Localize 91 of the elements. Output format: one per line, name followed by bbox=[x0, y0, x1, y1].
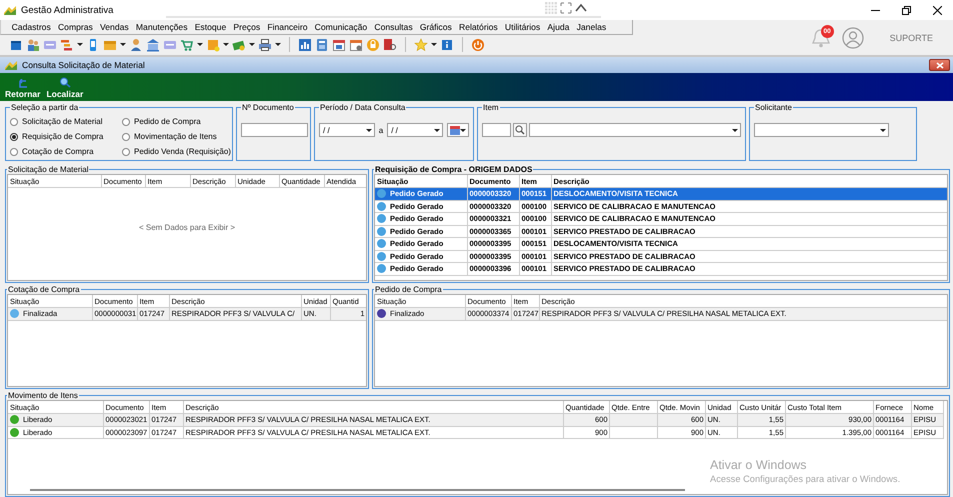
caret-icon[interactable] bbox=[732, 128, 738, 132]
group-title: Solicitante bbox=[754, 103, 793, 112]
caret-icon[interactable] bbox=[434, 128, 440, 132]
menu-item[interactable]: Relatórios bbox=[455, 22, 502, 32]
date-field[interactable]: / / bbox=[387, 123, 443, 137]
scroll-bar[interactable] bbox=[30, 489, 685, 491]
star-icon[interactable] bbox=[414, 38, 428, 52]
close-button[interactable] bbox=[929, 59, 950, 71]
caret-icon[interactable] bbox=[223, 42, 229, 47]
caret-icon[interactable] bbox=[431, 42, 437, 47]
info-icon[interactable] bbox=[440, 38, 454, 52]
caret-icon[interactable] bbox=[77, 42, 83, 47]
activation-message: Acesse Configurações para ativar o Windows. bbox=[710, 474, 900, 484]
menu-item[interactable]: Compras bbox=[54, 22, 96, 32]
search-icon bbox=[58, 77, 71, 88]
menu-item[interactable]: Vendas bbox=[96, 22, 132, 32]
radio-option[interactable]: Cotação de Compra bbox=[10, 144, 122, 159]
return-button[interactable]: Retornar bbox=[5, 79, 40, 99]
expand-icon[interactable] bbox=[560, 2, 572, 14]
list-icon[interactable] bbox=[60, 38, 74, 52]
app-logo-icon bbox=[3, 4, 17, 16]
caret-icon[interactable] bbox=[197, 42, 203, 47]
child-window-title: Consulta Solicitação de Material bbox=[22, 60, 146, 70]
power-icon[interactable] bbox=[471, 38, 485, 52]
radio-indicator[interactable] bbox=[10, 148, 18, 156]
menu-item[interactable]: Gráficos bbox=[416, 22, 456, 32]
caret-up-icon[interactable] bbox=[575, 2, 587, 14]
menu-item[interactable]: Manutenções bbox=[132, 22, 192, 32]
calendar-icon[interactable] bbox=[332, 38, 346, 52]
menu-item[interactable]: Consultas bbox=[370, 22, 416, 32]
radio-option[interactable]: Movimentação de Itens bbox=[122, 129, 232, 144]
group-title: Período / Data Consulta bbox=[319, 103, 406, 112]
range-separator: a bbox=[378, 126, 384, 134]
menu-item[interactable]: Janelas bbox=[573, 22, 610, 32]
report-icon[interactable] bbox=[383, 38, 397, 52]
group-title: Seleção a partir da bbox=[10, 103, 80, 112]
user-icon[interactable] bbox=[129, 38, 143, 52]
menu-item[interactable]: Ajuda bbox=[544, 22, 573, 32]
window-logo-icon bbox=[4, 59, 18, 71]
panel-title: Movimento de Itens bbox=[7, 391, 79, 400]
radio-option[interactable]: Solicitação de Material bbox=[10, 114, 122, 129]
menu-item[interactable]: Preços bbox=[230, 22, 264, 32]
search-button[interactable] bbox=[513, 123, 527, 137]
caret-icon[interactable] bbox=[460, 128, 466, 132]
chart-icon[interactable] bbox=[298, 38, 312, 52]
group-title: Nº Documento bbox=[241, 103, 295, 112]
bank-icon[interactable] bbox=[146, 38, 160, 52]
menu-item[interactable]: Estoque bbox=[191, 22, 230, 32]
document-field[interactable] bbox=[241, 123, 308, 137]
radio-indicator[interactable] bbox=[10, 132, 18, 140]
calculator-icon[interactable] bbox=[315, 38, 329, 52]
calendar-button[interactable] bbox=[446, 123, 469, 137]
menu-item[interactable]: Utilitários bbox=[501, 22, 544, 32]
search-icon bbox=[515, 125, 525, 135]
empty-message: < Sem Dados para Exibir > bbox=[138, 222, 236, 232]
search-button[interactable]: Localizar bbox=[46, 77, 84, 99]
printer-icon[interactable] bbox=[258, 38, 272, 52]
user-avatar-icon[interactable] bbox=[842, 26, 864, 48]
caret-icon[interactable] bbox=[880, 128, 886, 132]
radio-option[interactable]: Requisição de Compra bbox=[10, 129, 122, 144]
window-title: Gestão Administrativa bbox=[21, 4, 114, 16]
activation-title: Ativar o Windows bbox=[710, 458, 808, 472]
calendar-icon[interactable] bbox=[349, 38, 363, 52]
restore-icon bbox=[902, 6, 911, 14]
radio-option[interactable]: Pedido Venda (Requisição) bbox=[122, 144, 232, 159]
close-icon bbox=[936, 62, 944, 68]
caret-icon[interactable] bbox=[275, 42, 281, 47]
menu-item[interactable]: Comunicação bbox=[311, 22, 371, 32]
panel-title: Cotação de Compra bbox=[7, 285, 81, 294]
caret-icon[interactable] bbox=[249, 42, 255, 47]
panel-title: Solicitação de Material bbox=[7, 165, 90, 174]
radio-indicator[interactable] bbox=[122, 132, 130, 140]
radio-indicator[interactable] bbox=[10, 118, 18, 126]
panel-title: Pedido de Compra bbox=[374, 285, 443, 294]
menu-item[interactable]: Cadastros bbox=[8, 22, 54, 32]
caret-icon[interactable] bbox=[120, 42, 126, 47]
calendar-icon bbox=[450, 126, 460, 134]
radio-indicator[interactable] bbox=[122, 118, 130, 126]
item-code-field[interactable] bbox=[482, 123, 511, 137]
bell-icon[interactable] bbox=[810, 26, 832, 48]
close-icon bbox=[933, 6, 942, 14]
user-name[interactable]: SUPORTE bbox=[890, 32, 933, 42]
menu-item[interactable]: Financeiro bbox=[264, 22, 312, 32]
radio-indicator[interactable] bbox=[122, 148, 130, 156]
group-title: Item bbox=[482, 103, 500, 112]
date-field[interactable]: / / bbox=[319, 123, 375, 137]
radio-option[interactable]: Pedido de Compra bbox=[122, 114, 232, 129]
return-icon bbox=[16, 79, 29, 88]
users-icon[interactable] bbox=[26, 38, 40, 52]
caret-icon[interactable] bbox=[366, 128, 372, 132]
panel-title: Requisição de Compra - ORIGEM DADOS bbox=[374, 165, 534, 174]
